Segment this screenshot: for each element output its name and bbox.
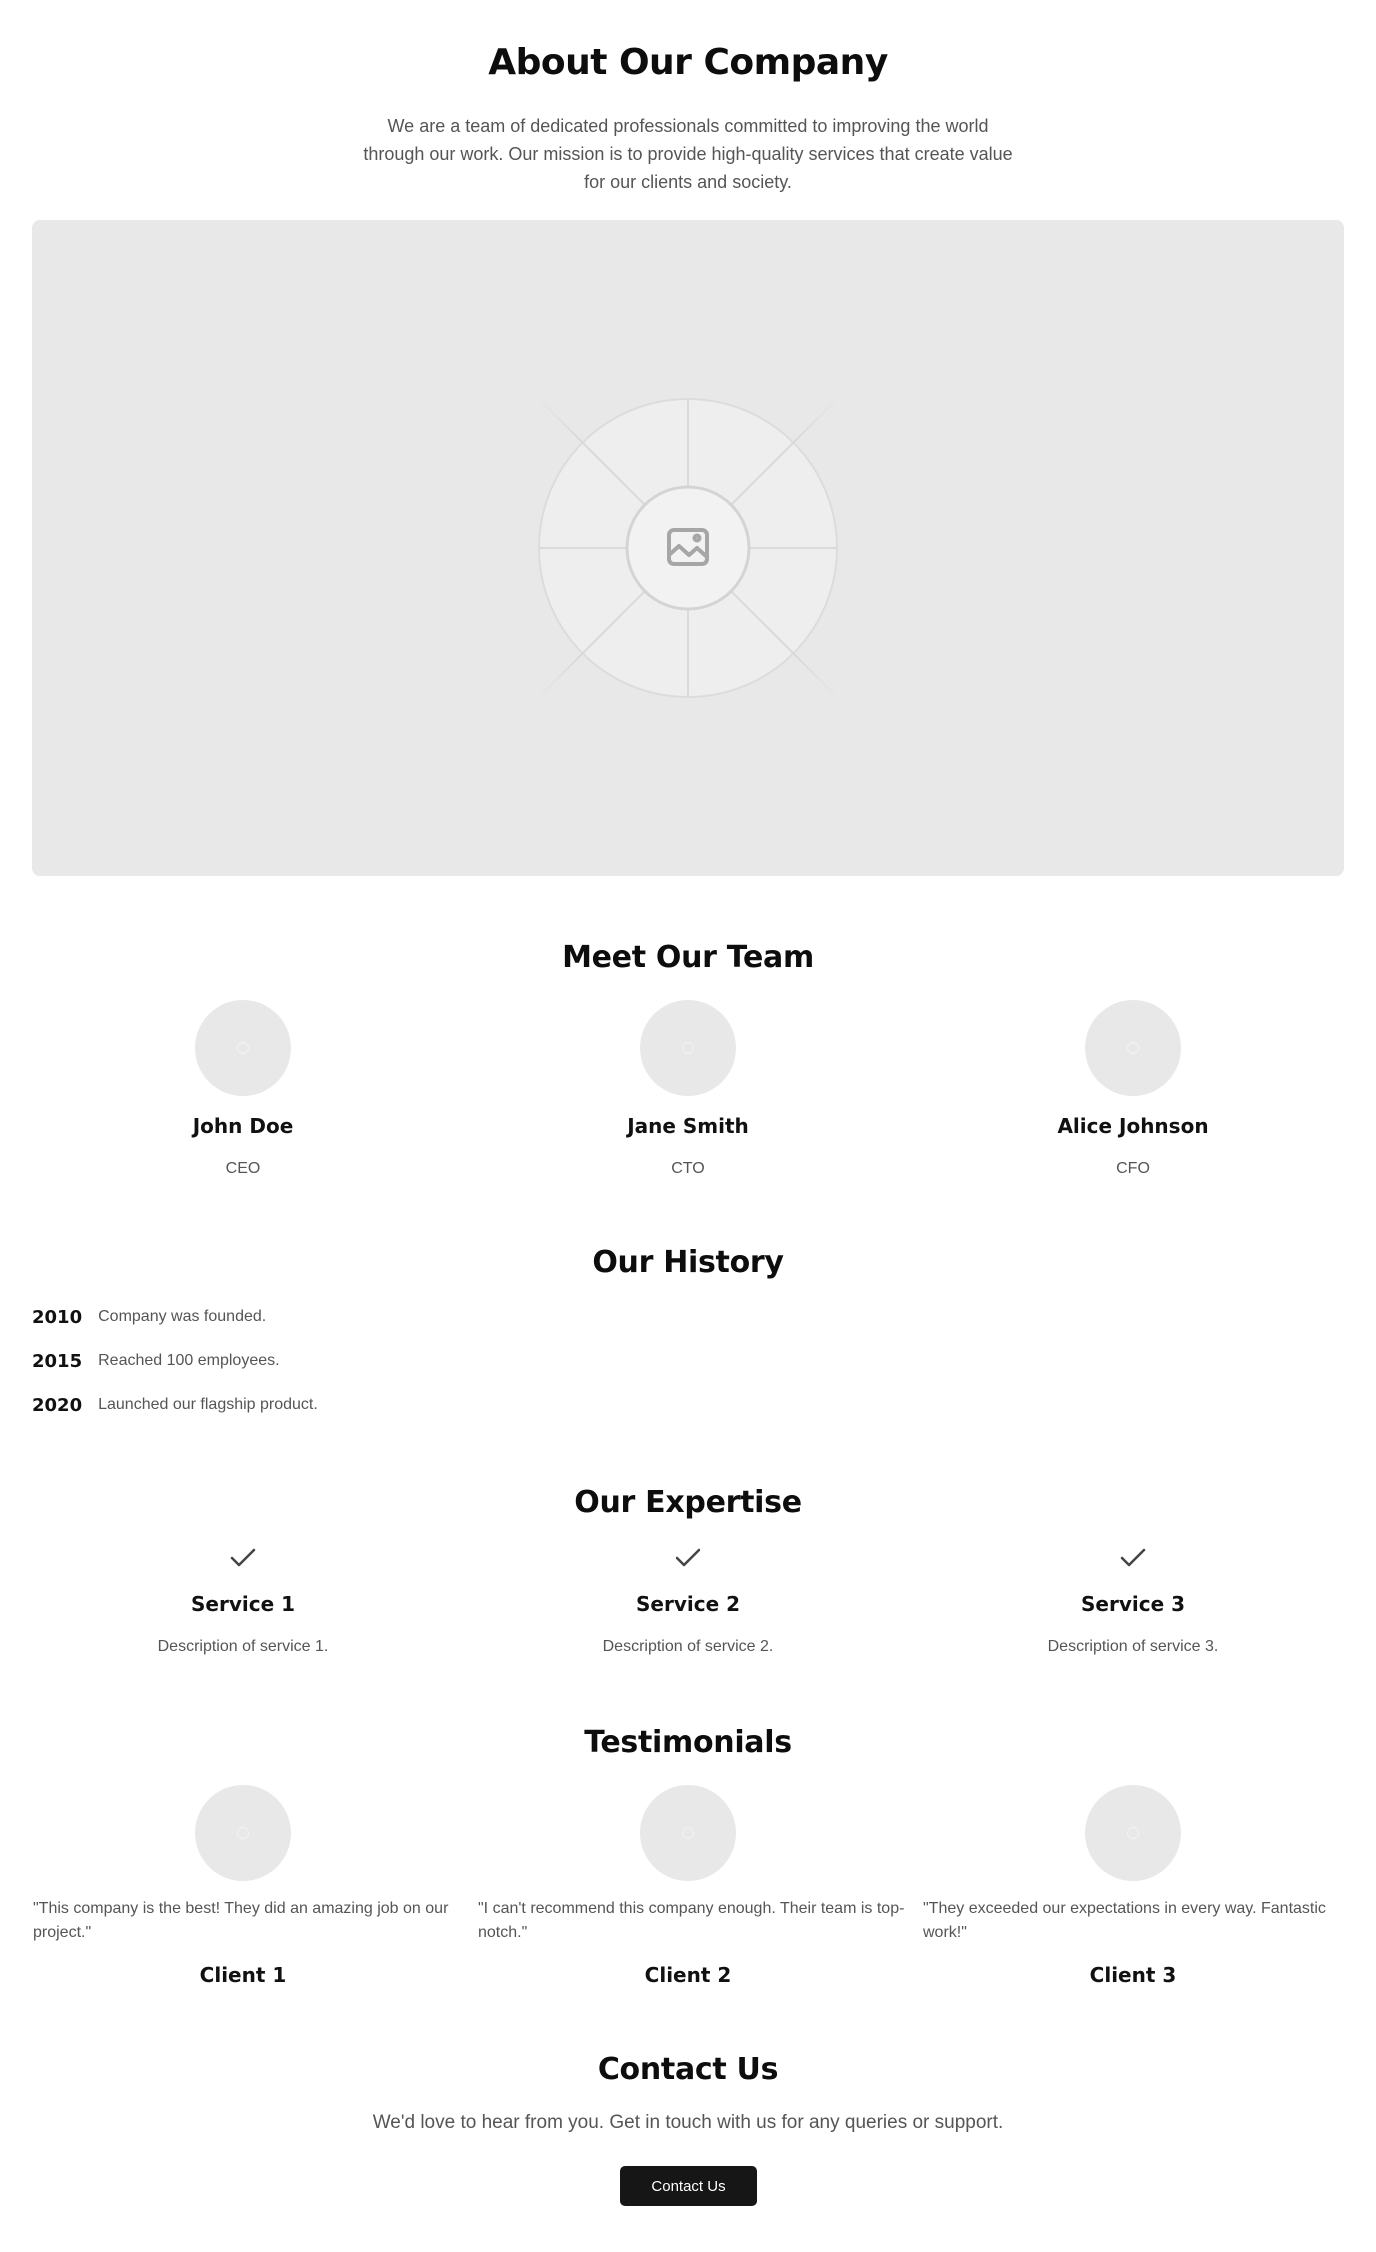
- check-icon: [675, 1548, 701, 1567]
- testimonial-card: "This company is the best! They did an a…: [33, 1785, 463, 1995]
- member-name: Jane Smith: [627, 1114, 749, 1138]
- avatar-placeholder-icon: [237, 1042, 249, 1054]
- service-name: Service 1: [190, 1592, 296, 1616]
- avatar: [195, 1785, 291, 1881]
- avatar-placeholder-icon: [682, 1827, 694, 1839]
- service-card: Service 3 Description of service 3.: [923, 1544, 1343, 1664]
- service-name: Service 2: [635, 1592, 741, 1616]
- testimonial-quote: "I can't recommend this company enough. …: [478, 1900, 905, 1941]
- about-page: About Our Company We are a team of dedic…: [0, 0, 1376, 2252]
- testimonial-card: "They exceeded our expectations in every…: [923, 1785, 1353, 1995]
- testimonials-section-title: Testimonials: [584, 1725, 792, 1760]
- history-text: Reached 100 employees.: [98, 1352, 280, 1369]
- contact-section-title: Contact Us: [597, 2052, 779, 2087]
- testimonial-card: "I can't recommend this company enough. …: [478, 1785, 908, 1995]
- history-text: Company was founded.: [98, 1308, 267, 1325]
- expertise-section-title: Our Expertise: [574, 1485, 802, 1520]
- client-name: Client 3: [1089, 1963, 1177, 1987]
- history-year: 2010: [32, 1306, 83, 1328]
- service-description: Description of service 2.: [602, 1638, 774, 1655]
- contact-us-button[interactable]: Contact Us: [620, 2166, 757, 2206]
- history-event: 2015 Reached 100 employees.: [32, 1347, 280, 1375]
- team-member-card: John Doe CEO: [33, 1000, 453, 1180]
- avatar: [195, 1000, 291, 1096]
- service-name: Service 3: [1080, 1592, 1186, 1616]
- avatar-placeholder-icon: [237, 1827, 249, 1839]
- history-year: 2020: [32, 1394, 83, 1416]
- avatar: [1085, 1785, 1181, 1881]
- testimonial-quote: "They exceeded our expectations in every…: [923, 1900, 1326, 1941]
- image-placeholder-graphic: [468, 328, 908, 768]
- member-name: John Doe: [192, 1114, 294, 1138]
- team-member-card: Jane Smith CTO: [478, 1000, 898, 1180]
- avatar: [640, 1000, 736, 1096]
- service-card: Service 2 Description of service 2.: [478, 1544, 898, 1664]
- check-icon: [230, 1548, 256, 1567]
- about-description: We are a team of dedicated professionals…: [363, 116, 1013, 192]
- history-year: 2015: [32, 1350, 83, 1372]
- member-name: Alice Johnson: [1057, 1114, 1209, 1138]
- history-event: 2020 Launched our flagship product.: [32, 1391, 318, 1419]
- testimonial-quote: "This company is the best! They did an a…: [33, 1900, 449, 1941]
- avatar: [1085, 1000, 1181, 1096]
- member-role: CTO: [671, 1160, 705, 1177]
- hero-image: [32, 220, 1344, 876]
- client-name: Client 2: [644, 1963, 732, 1987]
- service-card: Service 1 Description of service 1.: [33, 1544, 453, 1664]
- contact-description: We'd love to hear from you. Get in touch…: [372, 2112, 1004, 2133]
- avatar: [640, 1785, 736, 1881]
- avatar-placeholder-icon: [1127, 1827, 1139, 1839]
- team-member-card: Alice Johnson CFO: [923, 1000, 1343, 1180]
- member-role: CEO: [225, 1160, 261, 1177]
- history-text: Launched our flagship product.: [98, 1396, 318, 1413]
- check-icon: [1120, 1548, 1146, 1567]
- avatar-placeholder-icon: [1127, 1042, 1139, 1054]
- history-event: 2010 Company was founded.: [32, 1303, 266, 1331]
- team-section-title: Meet Our Team: [562, 940, 814, 975]
- member-role: CFO: [1116, 1160, 1150, 1177]
- page-title: About Our Company: [488, 42, 888, 83]
- service-description: Description of service 3.: [1047, 1638, 1219, 1655]
- history-section-title: Our History: [592, 1245, 784, 1280]
- client-name: Client 1: [199, 1963, 287, 1987]
- avatar-placeholder-icon: [682, 1042, 694, 1054]
- service-description: Description of service 1.: [157, 1638, 329, 1655]
